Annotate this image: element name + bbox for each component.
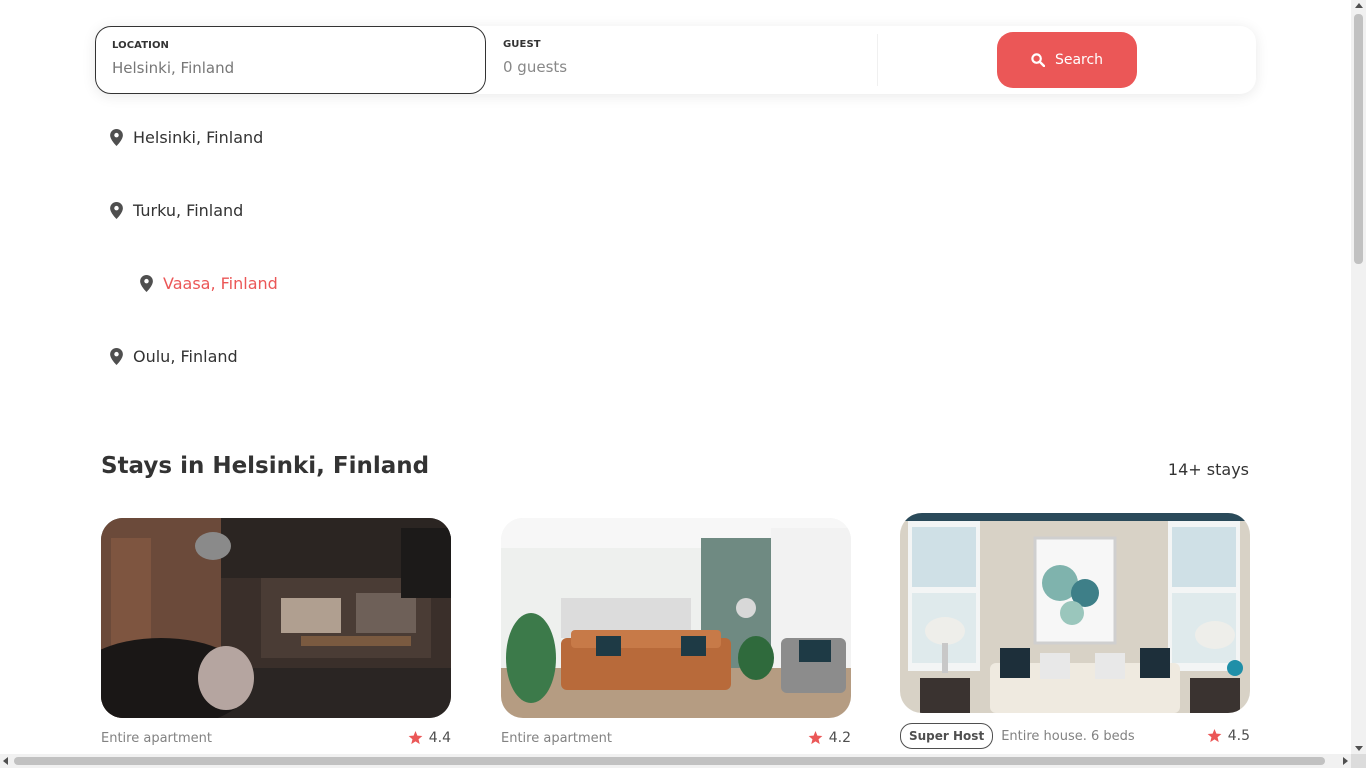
scroll-right-arrow-icon[interactable] (1343, 757, 1348, 765)
location-option-turku[interactable]: Turku, Finland (110, 201, 243, 220)
stay-photo (501, 518, 851, 718)
vertical-scrollbar-thumb[interactable] (1354, 14, 1363, 264)
star-icon (1207, 729, 1222, 743)
location-option-helsinki[interactable]: Helsinki, Finland (110, 128, 263, 147)
horizontal-scrollbar[interactable] (0, 754, 1351, 768)
star-icon (808, 731, 823, 745)
stay-rating-value: 4.2 (828, 730, 851, 746)
star-icon (408, 731, 423, 745)
horizontal-scrollbar-thumb[interactable] (14, 757, 1325, 765)
location-input[interactable] (112, 59, 412, 77)
location-option-label: Helsinki, Finland (133, 128, 264, 147)
stay-type: Entire apartment (501, 730, 612, 746)
search-divider (877, 34, 878, 86)
location-option-label: Turku, Finland (133, 201, 244, 220)
location-option-label: Vaasa, Finland (163, 274, 278, 293)
search-button-label: Search (1054, 52, 1104, 68)
stay-rating-value: 4.5 (1227, 728, 1250, 744)
stay-rating: 4.5 (1207, 728, 1250, 744)
stay-rating-value: 4.4 (428, 730, 451, 746)
stay-card[interactable]: Entire apartment 4.4 (101, 518, 451, 746)
search-bar: LOCATION GUEST Search (95, 26, 1256, 94)
stay-meta: Entire apartment 4.4 (101, 730, 451, 746)
page-title: Stays in Helsinki, Finland (101, 453, 430, 479)
search-button[interactable]: Search (997, 32, 1137, 88)
vertical-scrollbar[interactable] (1351, 0, 1366, 754)
scrollbar-corner (1351, 754, 1366, 768)
location-label: LOCATION (112, 40, 170, 51)
guest-field[interactable]: GUEST (486, 26, 878, 94)
location-option-oulu[interactable]: Oulu, Finland (110, 347, 238, 366)
stay-meta: Super Host Entire house. 6 beds 4.5 (900, 723, 1250, 749)
stays-count: 14+ stays (1167, 460, 1249, 479)
superhost-badge: Super Host (900, 723, 994, 749)
location-option-label: Oulu, Finland (133, 347, 238, 366)
stay-rating: 4.4 (408, 730, 451, 746)
stay-photo (101, 518, 451, 718)
scroll-down-arrow-icon[interactable] (1355, 746, 1363, 751)
scroll-up-arrow-icon[interactable] (1355, 3, 1363, 8)
guest-label: GUEST (503, 39, 541, 50)
stay-type: Entire apartment (101, 730, 212, 746)
location-option-vaasa[interactable]: Vaasa, Finland (140, 274, 278, 293)
location-pin-icon (110, 348, 123, 365)
location-pin-icon (110, 129, 123, 146)
stay-meta: Entire apartment 4.2 (501, 730, 851, 746)
guest-input[interactable] (503, 58, 803, 76)
location-pin-icon (110, 202, 123, 219)
stay-card[interactable]: Entire apartment 4.2 (501, 518, 851, 746)
stay-card[interactable]: Super Host Entire house. 6 beds 4.5 (900, 513, 1250, 749)
stay-photo (900, 513, 1250, 713)
location-pin-icon (140, 275, 153, 292)
stay-type: Entire house. 6 beds (1001, 728, 1135, 744)
location-field[interactable]: LOCATION (95, 26, 486, 94)
search-icon (1031, 53, 1045, 67)
scroll-left-arrow-icon[interactable] (3, 757, 8, 765)
stay-rating: 4.2 (808, 730, 851, 746)
